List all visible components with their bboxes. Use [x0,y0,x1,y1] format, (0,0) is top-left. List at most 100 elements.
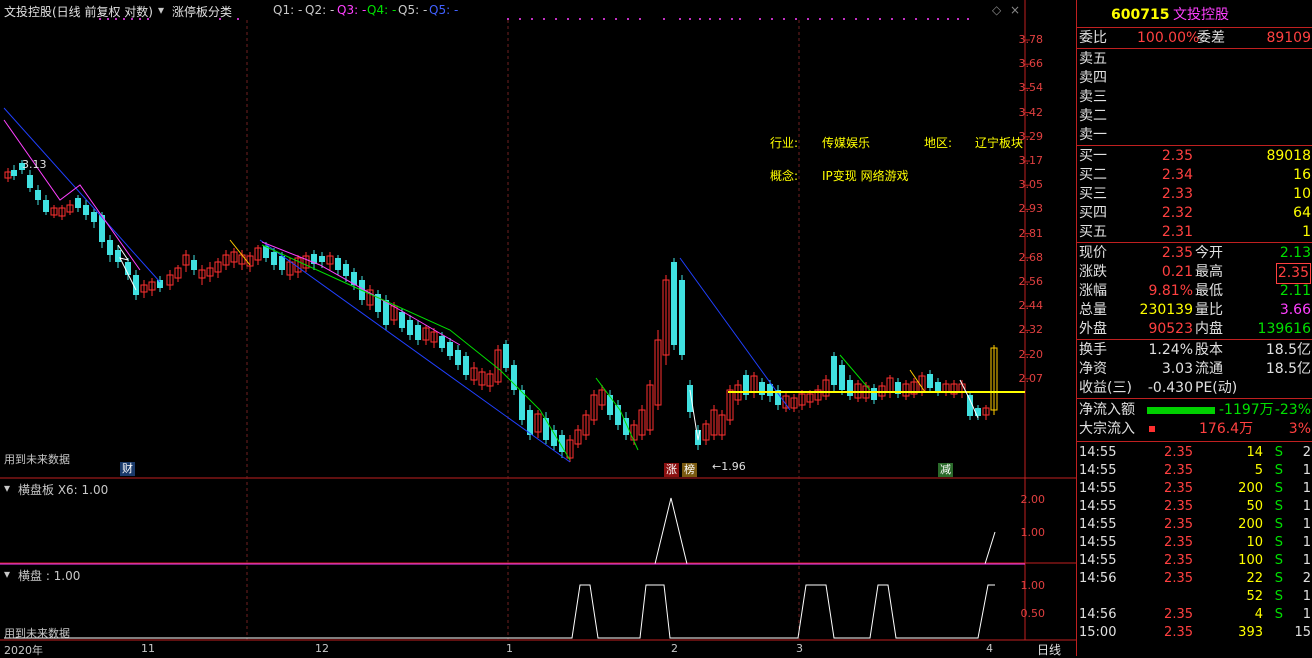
candle-body [115,250,121,262]
tick-price: 2.35 [1164,463,1193,478]
block-trade-pct: 3% [1288,421,1311,437]
tick-side: S [1274,499,1283,514]
candle-body [447,342,453,356]
sell-row: 卖二 [1077,107,1312,126]
sub1-title[interactable]: 横盘板 X6: 1.00 [18,481,108,498]
buy-label: 买一 [1079,148,1107,164]
stat-row: 外盘 90523 内盘 139616 [1077,320,1312,339]
finance-marker[interactable]: 财 [120,462,135,476]
netflow-label: 净流入额 [1079,402,1135,418]
sell-row: 卖三 [1077,88,1312,107]
diamond-icon[interactable]: ◇ [992,3,1001,17]
buy-volume: 16 [1293,167,1311,183]
indicator-selector-icon[interactable]: ▾ [158,3,164,17]
candle-body [847,380,853,396]
signal-dot [627,18,629,20]
tick-count: 2 [1302,571,1311,586]
tick-side: S [1274,607,1283,622]
kline-chart[interactable] [0,0,1076,656]
indicator-name[interactable]: 涨停板分类 [172,3,232,20]
tick-row: 14:55 2.35 14 S 2 [1077,444,1312,462]
buy-price: 2.31 [1161,224,1193,240]
signal-dot [783,18,785,20]
signal-dot [937,18,939,20]
buy-label: 买二 [1079,167,1107,183]
signal-dot [957,18,959,20]
buy-volume: 64 [1293,205,1311,221]
sell-label: 卖一 [1079,127,1107,143]
tick-time: 14:56 [1079,607,1117,622]
stat-row: 总量 230139 量比 3.66 [1077,301,1312,320]
trend-line [3,107,161,283]
buy-row[interactable]: 买三 2.33 10 [1077,185,1312,204]
tick-row: 14:55 2.35 5 S 1 [1077,462,1312,480]
fin-label: 换手 [1079,342,1107,358]
signal-dot [709,18,711,20]
stock-name[interactable]: 文投控股 [1173,6,1229,25]
sub1-title-icon[interactable]: ▾ [4,481,10,495]
tick-volume: 200 [1238,481,1263,496]
stat-value: 90523 [1148,321,1193,337]
tick-volume: 14 [1246,445,1263,460]
buy-price: 2.34 [1161,167,1193,183]
concept-value: IP变现 网络游戏 [822,169,909,183]
signal-dot [927,18,929,20]
price-tick: 3.78 [1018,33,1044,46]
x-label-4: 4 [986,642,993,655]
limit-up-marker[interactable]: 涨 [664,463,679,477]
close-icon[interactable]: × [1010,3,1020,17]
candle-body [871,388,877,400]
stat-label-2: 今开 [1195,245,1223,261]
signal-dot [855,18,857,20]
reduction-marker[interactable]: 减 [938,463,953,477]
buy-row[interactable]: 买一 2.35 89018 [1077,147,1312,166]
block-trade-row: 大宗流入 176.4万 3% [1077,420,1312,439]
x-label-3: 3 [796,642,803,655]
stat-label-2: 量比 [1195,302,1223,318]
sub1-tick-2: 2.00 [1020,493,1046,506]
stat-label: 涨跌 [1079,264,1107,280]
signal-dot [679,18,681,20]
candle-body [407,320,413,335]
buy-row[interactable]: 买四 2.32 64 [1077,204,1312,223]
order-diff-label: 委差 [1197,30,1225,46]
buy-label: 买三 [1079,186,1107,202]
buy-volume: 10 [1293,186,1311,202]
signal-dot [531,18,533,20]
signal-dot [807,18,809,20]
order-ratio-label: 委比 [1079,30,1107,46]
sell-label: 卖三 [1079,89,1107,105]
signal-dot [879,18,881,20]
signal-dot [719,18,721,20]
period-button[interactable]: 日线 [1037,641,1061,658]
price-tick: 3.29 [1018,129,1044,143]
sub2-title[interactable]: 横盘 : 1.00 [18,567,80,584]
q4-label: Q4: - [367,3,397,17]
q1-label: Q1: - [273,3,303,17]
future-data-note: 用到未来数据 [4,453,70,466]
candle-body [191,260,197,270]
sub2-title-icon[interactable]: ▾ [4,567,10,581]
stat-value: 9.81% [1148,283,1193,299]
sell-label: 卖二 [1079,108,1107,124]
sub1-line [4,497,996,565]
concept-label: 概念: [770,169,799,183]
sell-label: 卖四 [1079,70,1107,86]
buy-price: 2.35 [1161,148,1193,164]
candle-body [11,170,17,176]
industry-value: 传媒娱乐 [822,136,871,150]
signal-dot [555,18,557,20]
tick-price: 2.35 [1164,625,1193,640]
stock-code: 600715 [1111,7,1170,23]
tick-count: 1 [1302,607,1311,622]
fin-value-2: 18.5亿 [1265,342,1311,358]
fin-value: 3.03 [1161,361,1193,377]
chart-area[interactable]: 文投控股(日线 前复权 对数) ▾ 涨停板分类 Q1: - Q2: - Q3: … [0,0,1076,658]
candle-body [839,365,845,390]
tick-volume: 393 [1238,625,1263,640]
buy-row[interactable]: 买二 2.34 16 [1077,166,1312,185]
ranking-marker[interactable]: 榜 [682,463,697,477]
candle-body [687,385,693,412]
tick-count: 1 [1302,517,1311,532]
buy-row[interactable]: 买五 2.31 1 [1077,223,1312,242]
